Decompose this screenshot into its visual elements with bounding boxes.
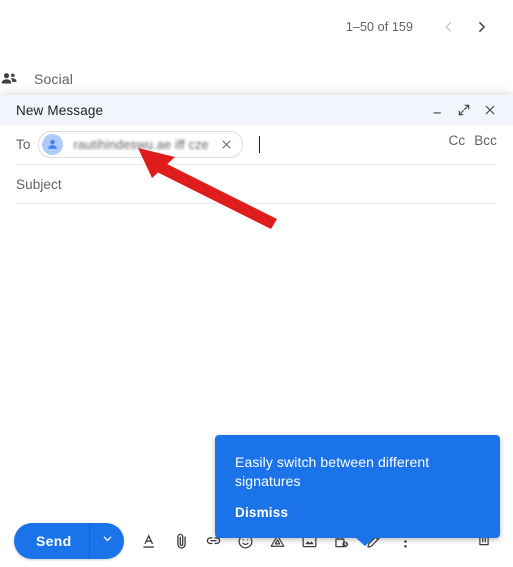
person-avatar-icon: [42, 134, 64, 155]
to-label: To: [16, 137, 31, 152]
tooltip-dismiss-button[interactable]: Dismiss: [235, 505, 288, 520]
attach-file-icon[interactable]: [165, 523, 197, 559]
tooltip-pointer: [355, 537, 375, 546]
chevron-left-icon: [439, 18, 457, 36]
recipient-row[interactable]: To rautihindeswu.ae iff cze: [0, 125, 513, 164]
format-text-icon[interactable]: [133, 523, 165, 559]
recipient-chip[interactable]: rautihindeswu.ae iff cze: [38, 131, 243, 158]
signature-tooltip: Easily switch between different signatur…: [215, 435, 500, 546]
subject-input[interactable]: Subject: [16, 177, 62, 192]
chevron-down-icon: [101, 532, 114, 550]
pagination-next-button[interactable]: [465, 10, 499, 44]
send-button[interactable]: Send: [14, 523, 125, 559]
tab-social-label: Social: [34, 71, 74, 87]
subject-row[interactable]: Subject: [0, 165, 513, 203]
tooltip-message: Easily switch between different signatur…: [235, 454, 430, 489]
compose-header: New Message: [0, 95, 513, 125]
recipient-remove-button[interactable]: [217, 135, 237, 155]
tab-social[interactable]: Social: [0, 62, 73, 96]
compose-title: New Message: [16, 102, 104, 118]
compose-expand-button[interactable]: [451, 97, 477, 123]
pagination-range: 1–50 of 159: [345, 20, 413, 34]
close-icon: [483, 103, 497, 117]
expand-diagonal-icon: [457, 103, 471, 117]
bcc-button[interactable]: Bcc: [474, 133, 497, 148]
send-options-button[interactable]: [90, 523, 124, 559]
compose-close-button[interactable]: [477, 97, 503, 123]
recipient-email: rautihindeswu.ae iff cze: [73, 137, 209, 152]
pagination-prev-button[interactable]: [431, 10, 465, 44]
pagination-controls: 1–50 of 159: [346, 12, 499, 42]
send-button-label: Send: [36, 533, 72, 549]
cc-button[interactable]: Cc: [448, 133, 465, 148]
compose-minimize-button[interactable]: [425, 97, 451, 123]
chevron-right-icon: [473, 18, 491, 36]
recipient-text-caret: [258, 136, 260, 153]
cc-bcc-group: Cc Bcc: [448, 133, 497, 148]
people-group-icon: [0, 68, 20, 90]
minimize-icon: [431, 103, 445, 117]
